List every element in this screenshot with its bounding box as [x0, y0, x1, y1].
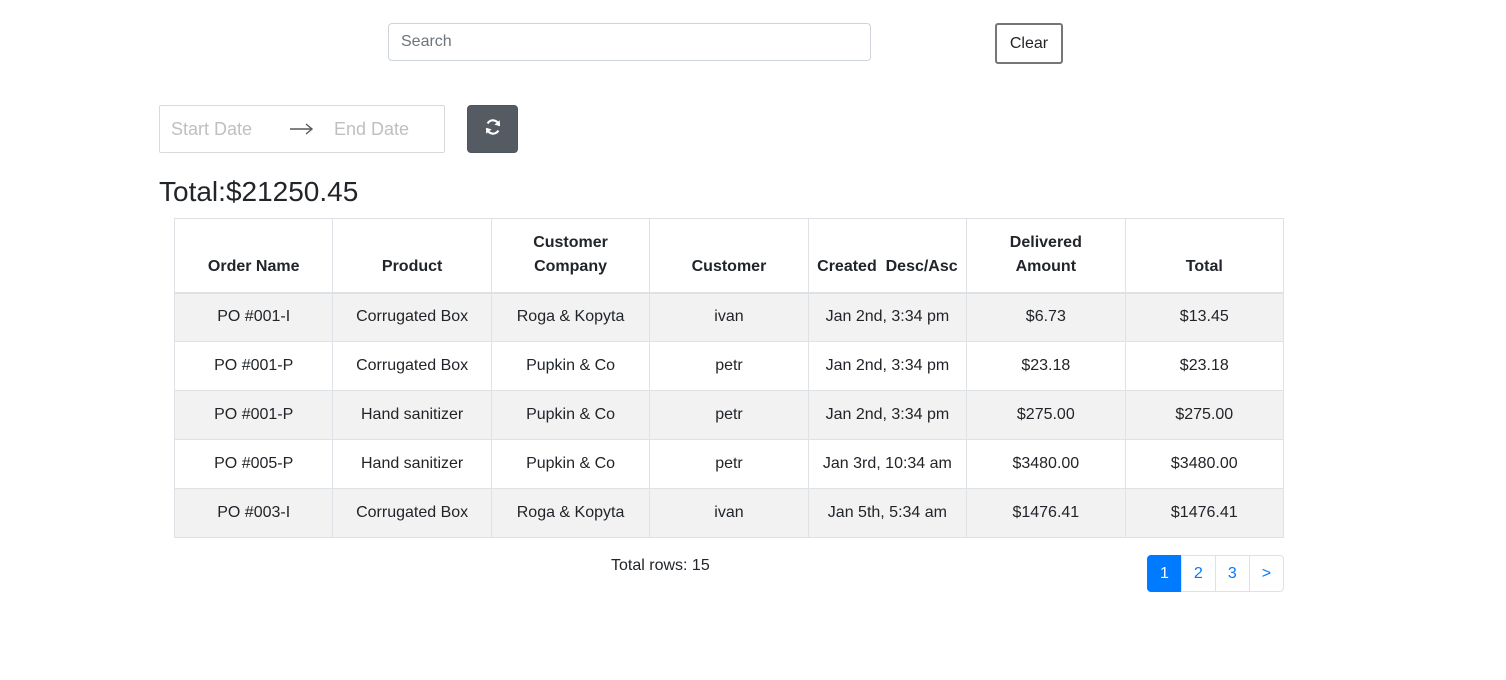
column-header-line: Created Desc/Asc: [817, 257, 958, 275]
column-header: Order Name: [173, 218, 334, 294]
table-cell: PO #001-I: [173, 292, 334, 342]
table-cell: petr: [649, 439, 809, 489]
total-rows-label: Total rows: 15: [611, 557, 710, 574]
table-cell: Pupkin & Co: [490, 341, 651, 391]
column-header-line: Amount: [1015, 257, 1077, 275]
table-cell: $23.18: [1124, 341, 1285, 391]
table-cell: $3480.00: [1124, 439, 1285, 489]
table-cell: Jan 2nd, 3:34 pm: [807, 292, 968, 342]
refresh-icon: [484, 118, 502, 141]
table-cell: $275.00: [1124, 390, 1285, 440]
page-button-2[interactable]: 2: [1180, 555, 1216, 592]
page-button-1[interactable]: 1: [1147, 555, 1182, 592]
orders-table: Order Name Product Customer Company Customer…: [173, 218, 1285, 538]
column-header-line: Delivered: [1009, 233, 1082, 251]
date-range-picker[interactable]: Start Date End Date: [159, 105, 445, 153]
total-label: Total:: [159, 176, 226, 207]
table-row[interactable]: PO #005-P Hand sanitizer Pupkin & Co petr Ja…: [173, 439, 1285, 489]
total-value: $21250.45: [225, 176, 359, 207]
table-row[interactable]: PO #001-P Hand sanitizer Pupkin & Co petr Ja…: [173, 390, 1285, 440]
table-cell: Roga & Kopyta: [490, 488, 651, 538]
table-cell: Pupkin & Co: [490, 439, 651, 489]
table-cell: Jan 5th, 5:34 am: [807, 488, 968, 538]
search-input[interactable]: [388, 23, 871, 61]
arrow-right-icon: [290, 123, 325, 135]
table-cell: $1476.41: [966, 488, 1126, 538]
table-cell: ivan: [649, 292, 809, 342]
column-header: Customer Company: [490, 218, 651, 294]
column-header: Delivered Amount: [966, 218, 1126, 294]
table-row[interactable]: PO #001-P Corrugated Box Pupkin & Co petr Ja…: [173, 341, 1285, 391]
clear-button[interactable]: Clear: [995, 23, 1063, 64]
table-cell: $275.00: [966, 390, 1126, 440]
table-cell: Corrugated Box: [332, 341, 492, 391]
column-header-line: Company: [534, 257, 607, 275]
column-header-line: Total: [1185, 257, 1223, 275]
table-cell: Jan 2nd, 3:34 pm: [807, 341, 968, 391]
table-cell: $6.73: [966, 292, 1126, 342]
column-header-line: Order Name: [207, 257, 300, 275]
next-page-button[interactable]: >: [1248, 555, 1285, 592]
table-header-row: Order Name Product Customer Company Customer…: [173, 218, 1285, 294]
column-header: Total: [1124, 218, 1285, 294]
column-header: Product: [332, 218, 492, 294]
table-cell: $13.45: [1124, 292, 1285, 342]
table-cell: $3480.00: [966, 439, 1126, 489]
table-row[interactable]: PO #001-I Corrugated Box Roga & Kopyta ivan…: [173, 292, 1285, 342]
total-heading: Total:$21250.45: [159, 176, 358, 208]
table-cell: Corrugated Box: [332, 292, 492, 342]
table-cell: Roga & Kopyta: [490, 292, 651, 342]
table-row[interactable]: PO #003-I Corrugated Box Roga & Kopyta ivan…: [173, 488, 1285, 538]
table-cell: PO #003-I: [173, 488, 334, 538]
table-cell: PO #001-P: [173, 341, 334, 391]
table-cell: Jan 3rd, 10:34 am: [807, 439, 968, 489]
column-header: Customer: [649, 218, 809, 294]
table-cell: Jan 2nd, 3:34 pm: [807, 390, 968, 440]
table-cell: $23.18: [966, 341, 1126, 391]
column-header-line: Customer: [691, 257, 767, 275]
table-cell: ivan: [649, 488, 809, 538]
start-date-input[interactable]: Start Date: [171, 119, 278, 140]
column-header-line: Product: [381, 257, 443, 275]
column-header[interactable]: Created Desc/Asc: [807, 218, 968, 294]
page-button-3[interactable]: 3: [1214, 555, 1250, 592]
table-cell: petr: [649, 390, 809, 440]
table-cell: Corrugated Box: [332, 488, 492, 538]
table-body: PO #001-I Corrugated Box Roga & Kopyta ivan…: [173, 292, 1285, 538]
table-cell: $1476.41: [1124, 488, 1285, 538]
table-cell: Pupkin & Co: [490, 390, 651, 440]
table-cell: petr: [649, 341, 809, 391]
table-cell: Hand sanitizer: [332, 439, 492, 489]
end-date-input[interactable]: End Date: [334, 119, 441, 140]
column-header-line: Customer: [533, 233, 608, 251]
pagination: 1 2 3 >: [1147, 555, 1285, 592]
table-cell: PO #001-P: [173, 390, 334, 440]
refresh-button[interactable]: [467, 105, 518, 153]
table-cell: PO #005-P: [173, 439, 334, 489]
table-cell: Hand sanitizer: [332, 390, 492, 440]
